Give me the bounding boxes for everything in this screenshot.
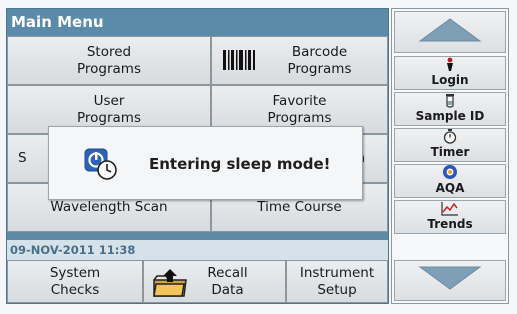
arrow-up-icon xyxy=(418,17,482,46)
sample-id-button[interactable]: Sample ID xyxy=(394,92,506,126)
page-title: Main Menu xyxy=(7,9,388,36)
recall-data-button[interactable]: Recall Data xyxy=(143,260,286,303)
dialog-message: Entering sleep mode! xyxy=(149,155,331,173)
sample-id-label: Sample ID xyxy=(415,109,485,123)
sleep-clock-icon xyxy=(84,148,120,186)
login-label: Login xyxy=(431,73,469,87)
trend-graph-icon xyxy=(441,201,459,216)
stored-programs-button[interactable]: Stored Programs xyxy=(7,36,211,85)
scroll-up-button[interactable] xyxy=(394,11,506,53)
instrument-setup-label: Instrument Setup xyxy=(299,264,375,298)
sample-vial-icon xyxy=(444,93,456,108)
timer-button[interactable]: Timer xyxy=(394,128,506,162)
time-course-label: Time Course xyxy=(257,199,342,215)
stopwatch-icon xyxy=(443,129,457,144)
side-toolbar: Login Sample ID Timer AQA Trends xyxy=(391,8,509,304)
barcode-icon xyxy=(222,49,258,76)
barcode-programs-button[interactable]: Barcode Programs xyxy=(211,36,388,85)
system-checks-label: System Checks xyxy=(49,264,101,298)
trends-button[interactable]: Trends xyxy=(394,200,506,234)
aqa-button[interactable]: AQA xyxy=(394,164,506,198)
trends-label: Trends xyxy=(427,217,473,231)
aqa-icon xyxy=(442,164,458,180)
timer-label: Timer xyxy=(430,145,470,159)
folder-up-icon xyxy=(152,268,188,303)
scroll-down-button[interactable] xyxy=(394,260,506,301)
barcode-programs-label: Barcode Programs xyxy=(287,43,352,77)
stored-programs-label: Stored Programs xyxy=(77,43,141,77)
user-programs-label: User Programs xyxy=(77,92,141,126)
screen: Main Menu Stored Programs Barcode Progra… xyxy=(0,0,517,314)
wavelength-scan-label: Wavelength Scan xyxy=(50,199,168,215)
login-button[interactable]: Login xyxy=(394,56,506,90)
favorite-programs-label: Favorite Programs xyxy=(267,92,332,126)
person-icon xyxy=(444,57,456,72)
status-bar-datetime: 09-NOV-2011 11:38 xyxy=(7,240,388,260)
recall-data-label: Recall Data xyxy=(207,264,248,298)
sleep-mode-dialog: Entering sleep mode! xyxy=(48,126,363,200)
arrow-down-icon xyxy=(418,265,482,294)
system-checks-button[interactable]: System Checks xyxy=(7,260,143,303)
single-wavelength-label: S xyxy=(18,150,27,166)
aqa-label: AQA xyxy=(435,181,465,195)
instrument-setup-button[interactable]: Instrument Setup xyxy=(286,260,388,303)
